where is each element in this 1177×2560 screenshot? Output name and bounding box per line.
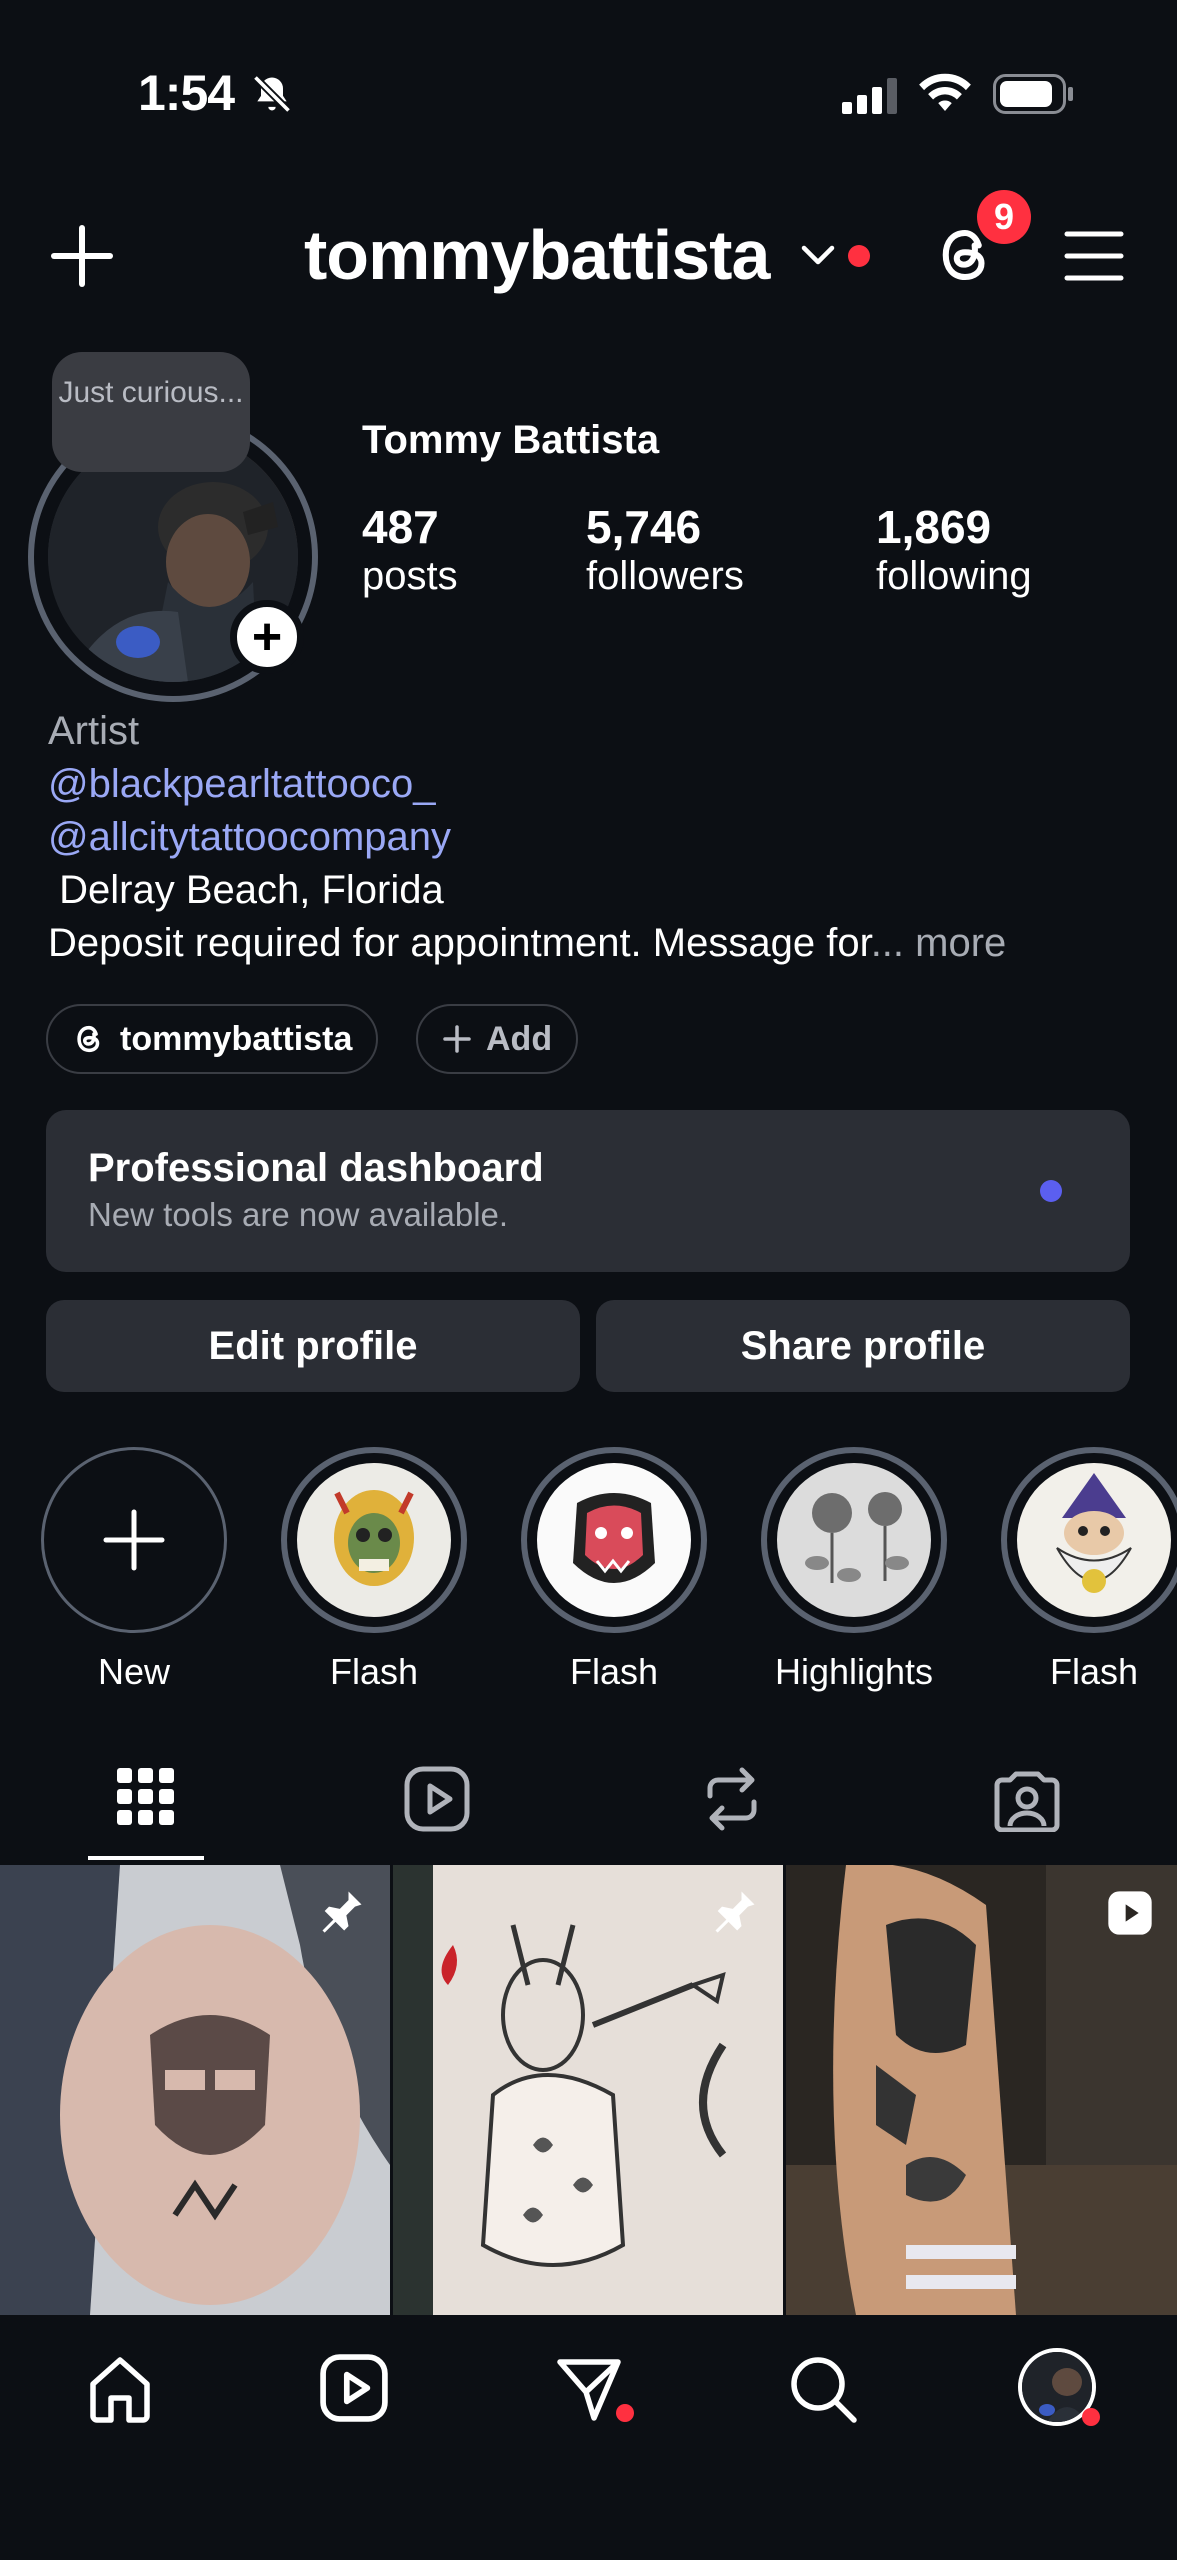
- dashboard-subtitle: New tools are now available.: [88, 1196, 509, 1233]
- stat-followers[interactable]: 5,746 followers: [586, 500, 744, 599]
- highlight-label: Highlights: [774, 1651, 934, 1692]
- bio-text: Deposit required for appointment. Messag…: [48, 921, 871, 965]
- screen: 1:54 tommybattista 9 Just curious... + T…: [0, 0, 1177, 2560]
- full-name: Tommy Battista: [362, 418, 660, 462]
- share-profile-button[interactable]: Share profile: [596, 1300, 1130, 1392]
- highlight-flash-2[interactable]: Flash: [521, 1447, 707, 1693]
- stat-following[interactable]: 1,869 following: [876, 500, 1032, 599]
- pin-icon: [322, 1891, 362, 1933]
- battery-icon: [993, 74, 1073, 114]
- highlight-label: Flash: [329, 1651, 419, 1692]
- stat-label: following: [876, 554, 1032, 598]
- bio-more-link[interactable]: ... more: [871, 921, 1007, 965]
- messages-alert-dot: [616, 2404, 634, 2422]
- reels-icon[interactable]: [320, 2354, 388, 2422]
- note-bubble[interactable]: Just curious...: [52, 352, 250, 472]
- highlight-new[interactable]: New: [41, 1447, 227, 1693]
- reel-indicator-icon: [1108, 1891, 1152, 1935]
- stat-value: 1,869: [876, 501, 992, 553]
- highlight-cover: [1017, 1463, 1171, 1617]
- active-tab-indicator: [88, 1856, 204, 1860]
- home-icon[interactable]: [85, 2354, 155, 2424]
- threads-badge: 9: [977, 190, 1031, 244]
- plus-icon: [103, 1509, 165, 1571]
- highlight-label: Flash: [569, 1651, 659, 1692]
- add-pill-label: Add: [486, 1019, 553, 1058]
- highlight-ring: [1001, 1447, 1177, 1633]
- stat-value: 5,746: [586, 501, 702, 553]
- highlight-ring: [521, 1447, 707, 1633]
- bio-location: Delray Beach, Florida: [48, 868, 444, 912]
- pin-icon: [715, 1891, 755, 1933]
- add-story-button[interactable]: +: [230, 600, 304, 674]
- send-icon[interactable]: [554, 2354, 624, 2424]
- grid-icon[interactable]: [117, 1768, 175, 1826]
- threads-icon: [77, 1025, 100, 1053]
- stat-label: posts: [362, 554, 458, 598]
- signal-icon: [842, 78, 897, 114]
- dashboard-new-dot: [1040, 1180, 1062, 1202]
- highlight-cover: [297, 1463, 451, 1617]
- highlight-cover: [537, 1463, 691, 1617]
- search-icon[interactable]: [788, 2354, 858, 2424]
- highlight-flash-3[interactable]: Flash: [1001, 1447, 1177, 1693]
- bottom-nav: [0, 2318, 1177, 2560]
- bio-category: Artist: [48, 709, 140, 753]
- highlight-label: Flash: [1049, 1651, 1139, 1692]
- chevron-down-icon[interactable]: [800, 240, 836, 270]
- highlight-cover: [777, 1463, 931, 1617]
- post-tile[interactable]: [786, 1865, 1177, 2315]
- bio: Artist @blackpearltattooco_ @allcitytatt…: [48, 705, 1138, 970]
- bio-link[interactable]: @blackpearltattooco_: [48, 758, 1138, 811]
- professional-dashboard[interactable]: Professional dashboard New tools are now…: [46, 1110, 1130, 1272]
- highlight-flash-1[interactable]: Flash: [281, 1447, 467, 1693]
- stat-value: 487: [362, 501, 439, 553]
- highlight-ring: [281, 1447, 467, 1633]
- username-header[interactable]: tommybattista: [304, 215, 770, 295]
- profile-alert-dot: [1082, 2408, 1100, 2426]
- dashboard-title: Professional dashboard: [88, 1146, 544, 1190]
- bio-text-line: Deposit required for appointment. Messag…: [48, 917, 1138, 970]
- menu-icon[interactable]: [1064, 228, 1124, 284]
- threads-profile-pill[interactable]: tommybattista: [46, 1004, 379, 1074]
- highlight-ring: [761, 1447, 947, 1633]
- new-highlight-ring: [41, 1447, 227, 1633]
- highlight-highlights[interactable]: Highlights: [761, 1447, 947, 1693]
- account-alert-dot: [848, 245, 870, 267]
- threads-pill-label: tommybattista: [120, 1019, 353, 1058]
- reposts-icon[interactable]: [700, 1766, 764, 1832]
- plus-icon[interactable]: [50, 224, 114, 288]
- highlight-label: New: [97, 1651, 171, 1692]
- bio-link[interactable]: @allcitytattoocompany: [48, 811, 1138, 864]
- reels-icon[interactable]: [404, 1766, 470, 1832]
- wifi-icon: [919, 73, 971, 111]
- edit-profile-button[interactable]: Edit profile: [46, 1300, 580, 1392]
- stat-label: followers: [586, 554, 744, 598]
- add-link-pill[interactable]: Add: [416, 1004, 579, 1074]
- tagged-icon[interactable]: [994, 1766, 1060, 1832]
- post-tile[interactable]: [0, 1865, 390, 2315]
- post-tile[interactable]: [393, 1865, 783, 2315]
- plus-icon: [443, 1025, 471, 1053]
- stat-posts[interactable]: 487 posts: [362, 500, 458, 599]
- status-time: 1:54: [138, 65, 235, 121]
- bell-slash-icon: [252, 74, 292, 114]
